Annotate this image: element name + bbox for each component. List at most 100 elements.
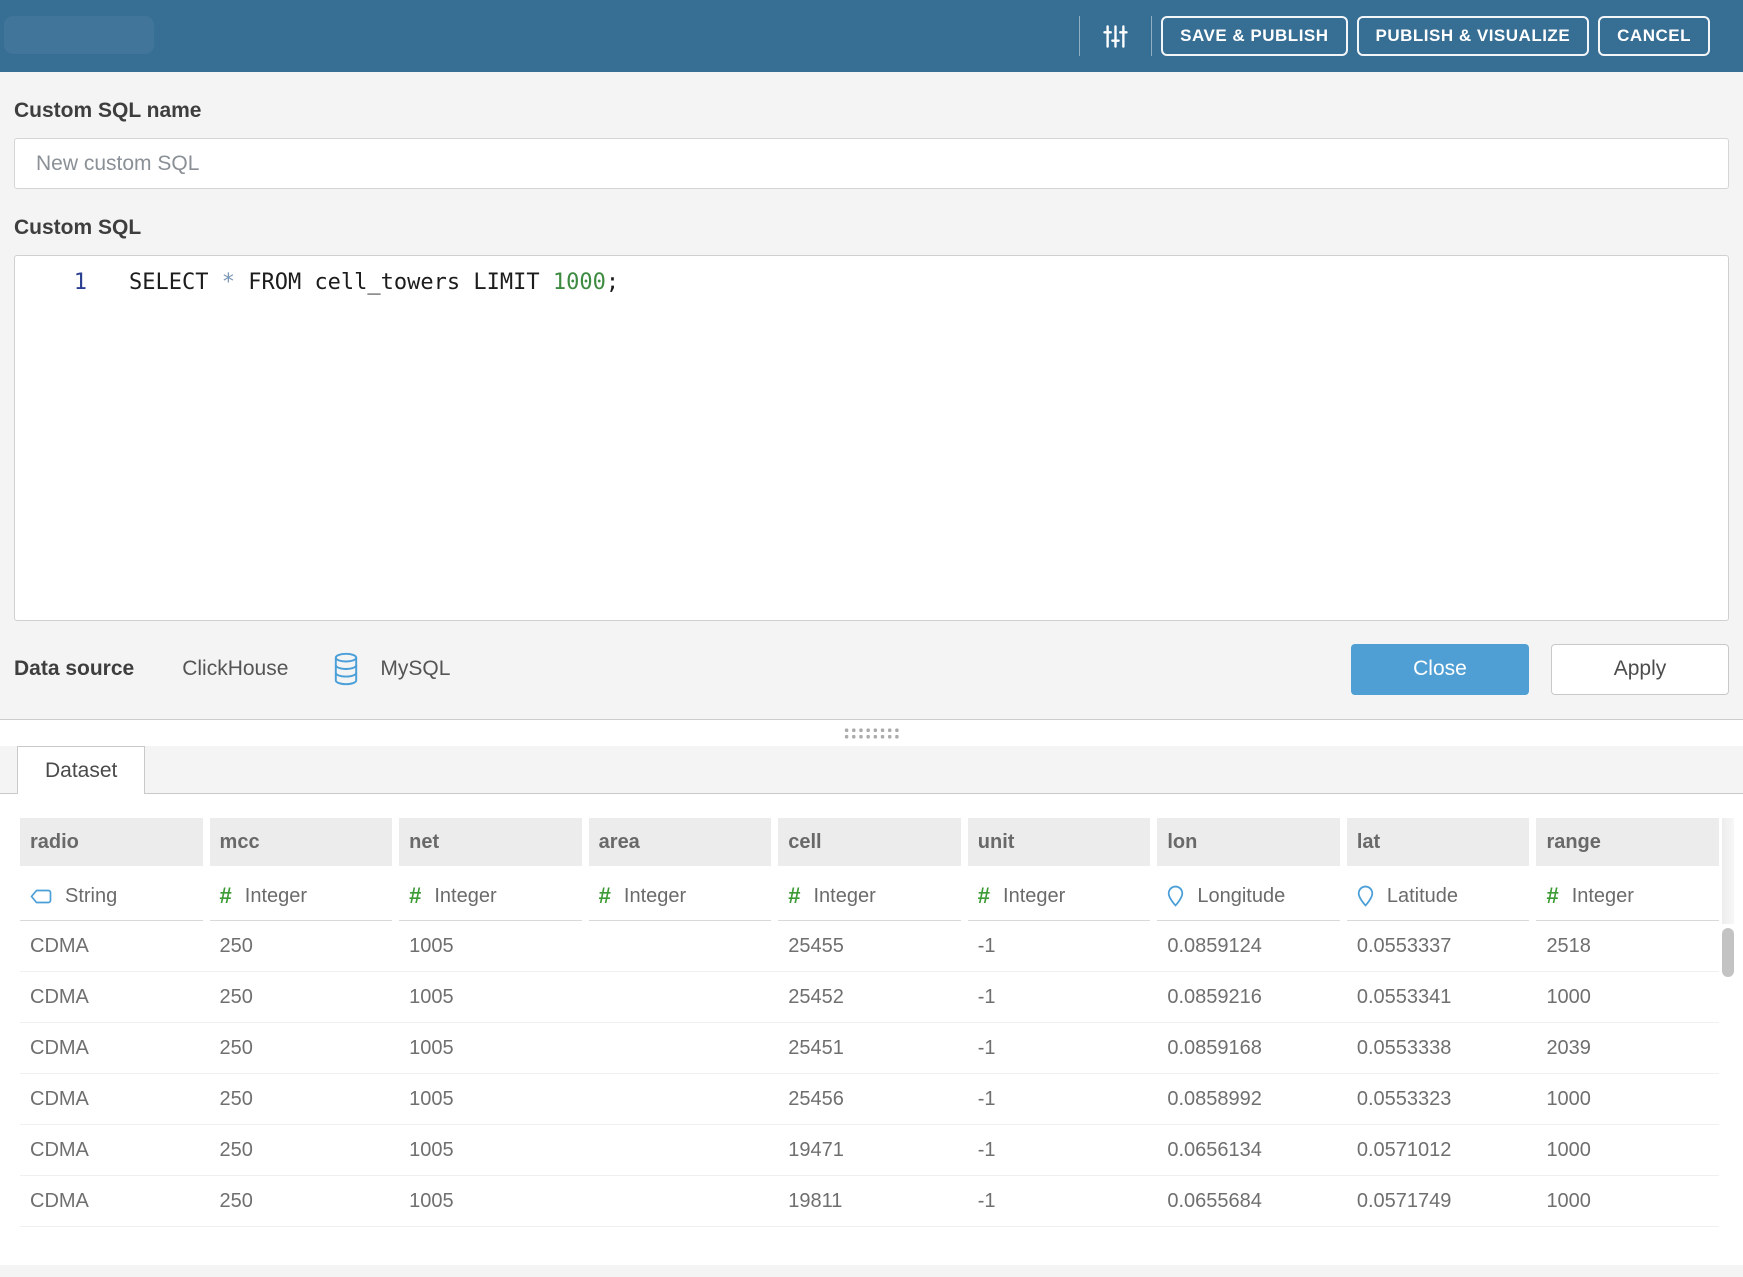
table-cell: 1000 (1536, 972, 1719, 1022)
column-header-lon[interactable]: lon (1157, 818, 1340, 866)
column-header-mcc[interactable]: mcc (210, 818, 393, 866)
string-icon (30, 888, 52, 905)
column-type-label: Integer (813, 885, 875, 908)
column-header-range[interactable]: range (1536, 818, 1719, 866)
table-cell (589, 921, 772, 971)
sql-editor[interactable]: 1 SELECT * FROM cell_towers LIMIT 1000; (14, 255, 1729, 621)
panel-splitter (0, 719, 1743, 746)
table-type-row: String#Integer#Integer#Integer#Integer#I… (20, 872, 1719, 921)
column-type-lat: Latitude (1347, 872, 1530, 921)
table-header-row: radiomccnetareacellunitlonlatrange (20, 794, 1719, 866)
column-header-lat[interactable]: lat (1347, 818, 1530, 866)
data-source-label: Data source (14, 657, 134, 681)
table-cell: 0.0859124 (1157, 921, 1340, 971)
column-type-label: Integer (1003, 885, 1065, 908)
table-cell: 1005 (399, 972, 582, 1022)
scrollbar-track (1722, 818, 1734, 924)
longitude-icon (1167, 885, 1184, 907)
dataset-panel: radiomccnetareacellunitlonlatrange Strin… (0, 794, 1743, 1265)
scrollbar-thumb[interactable] (1722, 928, 1734, 977)
table-cell: 0.0553341 (1347, 972, 1530, 1022)
table-cell (589, 1074, 772, 1124)
latitude-icon (1357, 885, 1374, 907)
table-cell (589, 1023, 772, 1073)
integer-icon: # (1546, 883, 1558, 909)
table-row: CDMA250100519811-10.06556840.05717491000 (20, 1176, 1719, 1227)
table-cell: 1005 (399, 1074, 582, 1124)
column-type-label: Integer (434, 885, 496, 908)
dataset-tabbar: Dataset (0, 746, 1743, 794)
save-publish-button[interactable]: SAVE & PUBLISH (1161, 16, 1347, 56)
sql-token: ; (606, 270, 619, 295)
column-header-radio[interactable]: radio (20, 818, 203, 866)
table-cell (589, 1125, 772, 1175)
data-source-row: Data source ClickHouse MySQL Close Apply (14, 641, 1729, 697)
table-cell: 250 (210, 921, 393, 971)
table-cell: 0.0553337 (1347, 921, 1530, 971)
column-type-label: Latitude (1387, 885, 1458, 908)
table-cell: 0.0571749 (1347, 1176, 1530, 1226)
table-cell: 25452 (778, 972, 961, 1022)
table-cell: 0.0858992 (1157, 1074, 1340, 1124)
custom-sql-form: Custom SQL name Custom SQL 1 SELECT * FR… (0, 99, 1743, 697)
table-cell (589, 1176, 772, 1226)
table-cell: -1 (968, 972, 1151, 1022)
column-header-cell[interactable]: cell (778, 818, 961, 866)
custom-sql-name-input[interactable] (14, 138, 1729, 189)
column-type-label: String (65, 885, 117, 908)
table-cell: CDMA (20, 1125, 203, 1175)
table-cell: 1005 (399, 1176, 582, 1226)
table-cell: CDMA (20, 921, 203, 971)
table-cell: 1005 (399, 1023, 582, 1073)
cancel-button[interactable]: CANCEL (1598, 16, 1710, 56)
column-type-range: #Integer (1536, 872, 1719, 921)
table-cell: CDMA (20, 972, 203, 1022)
dataset-table: radiomccnetareacellunitlonlatrange Strin… (0, 794, 1743, 1227)
integer-icon: # (599, 883, 611, 909)
custom-sql-label: Custom SQL (14, 216, 1729, 240)
apply-button[interactable]: Apply (1551, 644, 1729, 695)
table-cell: 0.0859216 (1157, 972, 1340, 1022)
topbar: SAVE & PUBLISH PUBLISH & VISUALIZE CANCE… (0, 0, 1743, 72)
table-cell: 0.0859168 (1157, 1023, 1340, 1073)
integer-icon: # (220, 883, 232, 909)
data-source-mysql-label: MySQL (380, 657, 450, 681)
table-cell: -1 (968, 1176, 1151, 1226)
column-type-label: Integer (624, 885, 686, 908)
database-icon (332, 652, 360, 686)
table-cell: 2039 (1536, 1023, 1719, 1073)
column-header-area[interactable]: area (589, 818, 772, 866)
publish-visualize-button[interactable]: PUBLISH & VISUALIZE (1357, 16, 1590, 56)
table-cell: CDMA (20, 1176, 203, 1226)
table-row: CDMA250100519471-10.06561340.05710121000 (20, 1125, 1719, 1176)
table-cell: 25456 (778, 1074, 961, 1124)
table-cell: 1005 (399, 1125, 582, 1175)
column-type-unit: #Integer (968, 872, 1151, 921)
close-button[interactable]: Close (1351, 644, 1529, 695)
table-cell: -1 (968, 1125, 1151, 1175)
table-cell: 250 (210, 1176, 393, 1226)
table-cell: 250 (210, 972, 393, 1022)
table-cell (589, 972, 772, 1022)
table-cell: 25455 (778, 921, 961, 971)
tab-dataset[interactable]: Dataset (17, 746, 145, 794)
splitter-drag-handle[interactable] (843, 727, 900, 739)
column-type-area: # Integer (589, 872, 772, 921)
data-source-option-mysql[interactable]: MySQL (332, 652, 450, 686)
table-cell: 1000 (1536, 1125, 1719, 1175)
integer-icon: # (788, 883, 800, 909)
column-type-mcc: # Integer (210, 872, 393, 921)
table-cell: 1005 (399, 921, 582, 971)
column-header-unit[interactable]: unit (968, 818, 1151, 866)
table-cell: 19811 (778, 1176, 961, 1226)
column-type-radio: String (20, 872, 203, 921)
column-type-label: Integer (245, 885, 307, 908)
data-source-option-clickhouse[interactable]: ClickHouse (182, 657, 288, 681)
custom-sql-page: { "colors": { "topbar-bg": "#376e94", "a… (0, 0, 1743, 1277)
column-type-net: #Integer (399, 872, 582, 921)
table-cell: 0.0553338 (1347, 1023, 1530, 1073)
column-header-net[interactable]: net (399, 818, 582, 866)
table-cell: -1 (968, 1074, 1151, 1124)
settings-sliders-button[interactable] (1102, 23, 1129, 50)
table-row: CDMA250100525451-10.08591680.05533382039 (20, 1023, 1719, 1074)
